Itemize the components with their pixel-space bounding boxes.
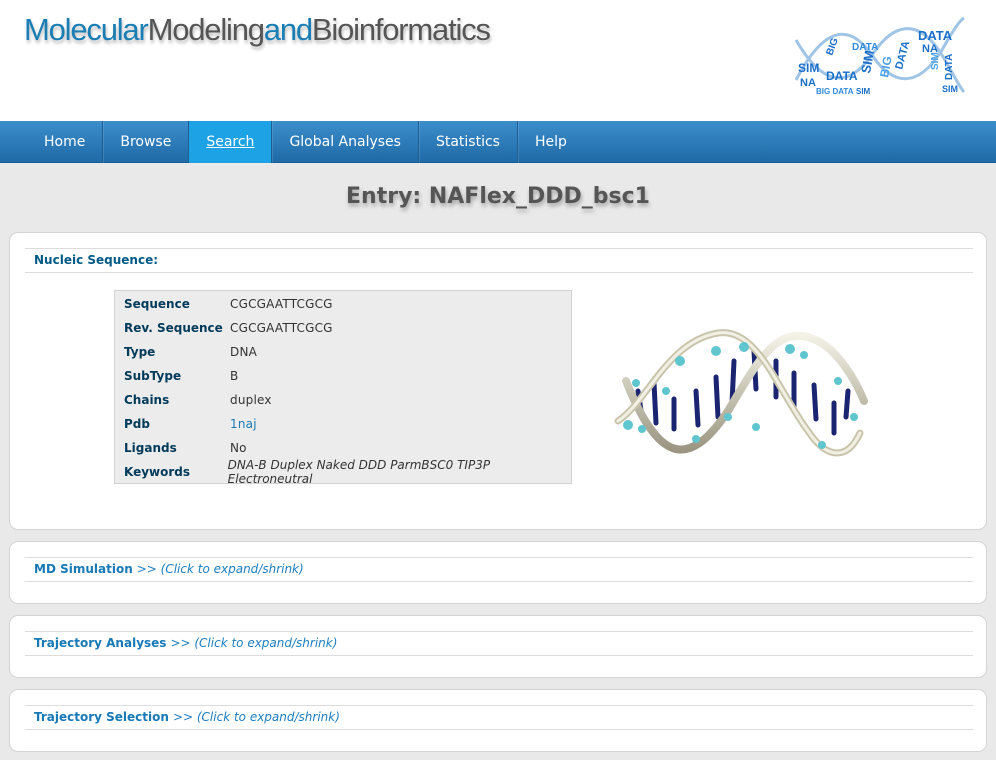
md-simulation-toggle[interactable]: MD Simulation >> (Click to expand/shrink): [25, 557, 973, 582]
keywords-value: DNA-B Duplex Naked DDD ParmBSC0 TIP3P El…: [227, 458, 491, 486]
table-row: Pdb 1naj: [115, 412, 571, 436]
dna-double-helix-3d-icon: [614, 329, 868, 457]
svg-text:SIM: SIM: [858, 49, 877, 74]
nucleic-sequence-heading: Nucleic Sequence:: [34, 253, 159, 267]
nav-search[interactable]: Search: [189, 121, 273, 163]
row-label: Chains: [124, 393, 170, 407]
row-label: SubType: [124, 369, 182, 383]
sequence-info-table: Sequence CGCGAATTCGCG Rev. Sequence CGCGAA…: [114, 290, 572, 486]
md-simulation-panel: MD Simulation >> (Click to expand/shrink): [9, 541, 987, 604]
nav-home[interactable]: Home: [27, 121, 104, 163]
trajectory-selection-toggle[interactable]: Trajectory Selection >> (Click to expand/…: [25, 705, 973, 730]
svg-text:DATA: DATA: [826, 69, 858, 83]
svg-text:BIG DATA: BIG DATA: [816, 87, 854, 96]
svg-text:SIM: SIM: [942, 84, 958, 94]
site-header: MolecularModelingandBioinformatics SIM N…: [0, 0, 996, 121]
row-value: CGCGAATTCGCG: [230, 321, 333, 335]
trajectory-analyses-toggle[interactable]: Trajectory Analyses >> (Click to expand/s…: [25, 631, 973, 656]
row-label: Sequence: [124, 297, 190, 311]
nucleic-sequence-header: Nucleic Sequence:: [25, 248, 973, 273]
nav-statistics[interactable]: Statistics: [419, 121, 518, 163]
site-title[interactable]: MolecularModelingandBioinformatics: [24, 12, 491, 48]
table-row: SubType B: [115, 364, 571, 388]
row-label: Keywords: [124, 465, 191, 479]
table-row: Ligands No: [115, 436, 571, 460]
bigdata-dna-logo-icon: SIM NA DATA BIG DATA SIM BIG DATA DATA N…: [794, 16, 966, 96]
row-label: Type: [124, 345, 156, 359]
row-value: CGCGAATTCGCG: [230, 297, 333, 311]
svg-text:DATA: DATA: [944, 54, 955, 80]
md-simulation-label[interactable]: MD Simulation: [34, 562, 133, 576]
trajectory-selection-panel: Trajectory Selection >> (Click to expand/…: [9, 689, 987, 752]
nucleic-sequence-panel: Nucleic Sequence: Sequence CGCGAATTCGCG R…: [9, 232, 987, 530]
svg-text:SIM: SIM: [856, 87, 871, 96]
trajectory-selection-label[interactable]: Trajectory Selection: [34, 710, 169, 724]
title-part-and: and: [263, 12, 313, 47]
trajectory-analyses-panel: Trajectory Analyses >> (Click to expand/s…: [9, 615, 987, 678]
svg-text:DATA: DATA: [893, 40, 912, 71]
title-part-bioinformatics: Bioinformatics: [311, 12, 491, 47]
row-value: DNA: [230, 345, 258, 359]
svg-text:SIM: SIM: [930, 52, 941, 70]
nav-browse[interactable]: Browse: [103, 121, 190, 163]
table-row: Rev. Sequence CGCGAATTCGCG: [115, 316, 571, 340]
svg-text:SIM: SIM: [798, 61, 819, 75]
row-label: Pdb: [124, 417, 150, 431]
main-nav: Home Browse Search Global Analyses Stati…: [0, 121, 996, 163]
svg-text:DATA: DATA: [918, 28, 953, 43]
page-title: Entry: NAFlex_DDD_bsc1: [346, 184, 650, 209]
nav-help[interactable]: Help: [518, 121, 584, 163]
table-row: Keywords DNA-B Duplex Naked DDD ParmBSC0 …: [115, 458, 571, 486]
table-row: Type DNA: [115, 340, 571, 364]
row-value: duplex: [230, 393, 272, 407]
row-label: Ligands: [124, 441, 177, 455]
title-part-modeling: Modeling: [147, 12, 265, 47]
row-value: B: [230, 369, 239, 383]
row-value: No: [230, 441, 247, 455]
pdb-link[interactable]: 1naj: [230, 417, 257, 431]
table-row: Chains duplex: [115, 388, 571, 412]
svg-text:NA: NA: [800, 77, 816, 89]
expand-hint[interactable]: >> (Click to expand/shrink): [137, 562, 304, 576]
expand-hint[interactable]: >> (Click to expand/shrink): [173, 710, 340, 724]
expand-hint[interactable]: >> (Click to expand/shrink): [170, 636, 337, 650]
title-part-molecular: Molecular: [24, 12, 149, 47]
table-row: Sequence CGCGAATTCGCG: [115, 292, 571, 316]
row-label: Rev. Sequence: [124, 321, 223, 335]
trajectory-analyses-label[interactable]: Trajectory Analyses: [34, 636, 166, 650]
nav-global-analyses[interactable]: Global Analyses: [272, 121, 419, 163]
